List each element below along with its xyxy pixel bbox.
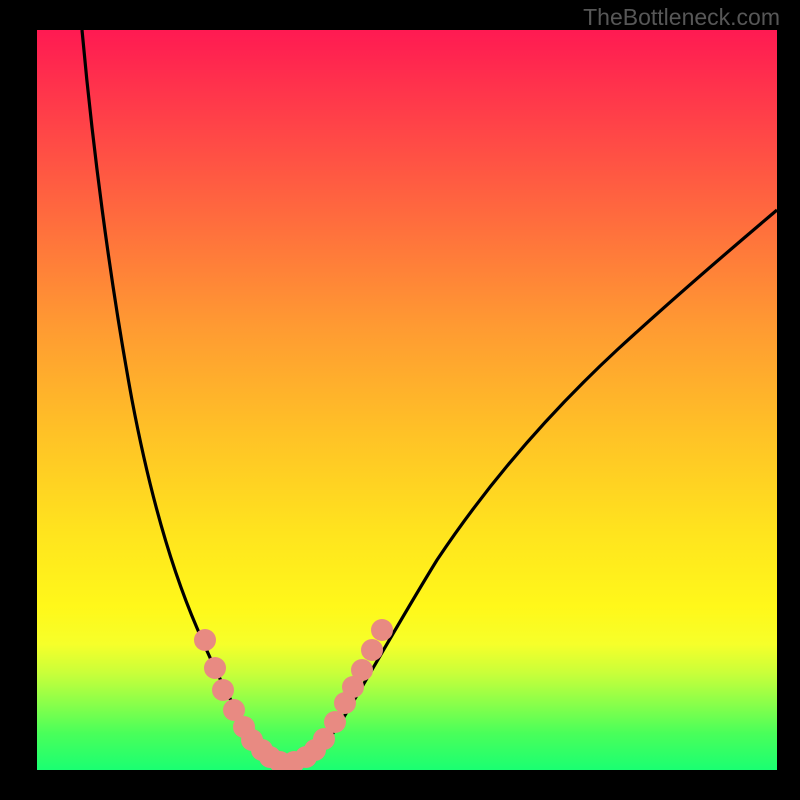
watermark-text: TheBottleneck.com	[583, 4, 780, 31]
data-point	[212, 679, 234, 701]
chart-svg	[37, 30, 777, 770]
data-point	[351, 659, 373, 681]
data-point	[194, 629, 216, 651]
plot-area	[37, 30, 777, 770]
data-point	[371, 619, 393, 641]
points-layer	[194, 619, 393, 770]
curve-layer	[82, 30, 777, 766]
data-point	[324, 711, 346, 733]
bottleneck-curve	[82, 30, 777, 766]
data-point	[204, 657, 226, 679]
chart-frame: TheBottleneck.com	[0, 0, 800, 800]
data-point	[361, 639, 383, 661]
